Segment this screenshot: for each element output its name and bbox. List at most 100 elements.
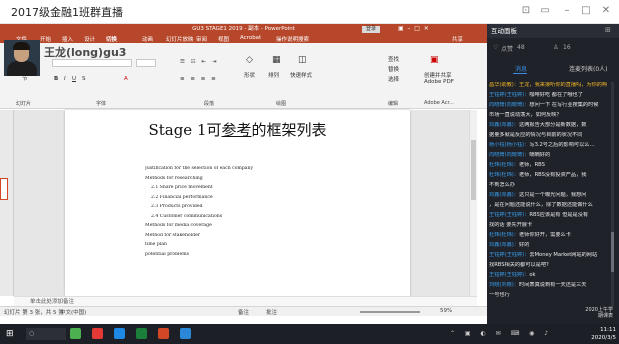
chat-message: 邓鑫(邓鑫)：好的: [489, 242, 609, 249]
app-wechat-icon[interactable]: [70, 328, 81, 339]
ppt-window-controls[interactable]: ▣ – □ ✕: [398, 25, 429, 32]
toc-row: Justification for the selection of each …: [145, 166, 325, 174]
toc-text: 2.3 Products provided: [151, 204, 203, 209]
font-name-box[interactable]: [52, 59, 132, 67]
toc-text: 2.2 Financial performance: [151, 194, 213, 200]
pdf-icon[interactable]: ▣: [430, 55, 439, 65]
tab-slideshow[interactable]: 幻灯片放映: [166, 35, 194, 43]
chat-message: 王钰婷(王钰婷)：RBS应该是有 但是是没有: [489, 212, 609, 219]
slide-title: Stage 1可参考的框架列表: [148, 121, 327, 139]
underline-button[interactable]: U: [72, 76, 76, 82]
chat-message: 找的话 要先开展卡: [489, 222, 609, 229]
toc-row: 1.6potential problems: [145, 252, 325, 260]
font-group-label: 字体: [96, 101, 107, 107]
video-bottom-bar: [0, 316, 487, 324]
tab-acrobat[interactable]: Acrobat: [240, 35, 261, 41]
close-icon[interactable]: ✕: [600, 5, 612, 17]
chat-sender: 王钰婷(王钰婷)：: [489, 252, 530, 258]
toc-text: 2.1 Share price movement: [151, 185, 213, 190]
system-tray-icons[interactable]: ⌃ ▣ ◐ ✉ ⌨ ◉ ♪: [450, 330, 552, 337]
start-icon[interactable]: ⊞: [6, 329, 16, 339]
toc-row: 12.3 Products provided: [145, 204, 325, 212]
chat-message: 杜玮(杜玮)：老师，RBS没有投资产品，我: [489, 172, 609, 179]
tab-animations[interactable]: 动画: [142, 35, 153, 43]
scroll-thumb[interactable]: [471, 140, 476, 200]
chat-scroll-thumb[interactable]: [611, 232, 614, 272]
notes-area[interactable]: 单击此处添加备注: [14, 296, 477, 306]
tab-connect-list[interactable]: 连麦列表(0人): [569, 64, 608, 73]
quick-style-icon[interactable]: ◫: [298, 55, 307, 65]
shape-button[interactable]: 形状: [244, 71, 255, 79]
app-excel-icon[interactable]: [136, 328, 147, 339]
tab-design[interactable]: 设计: [84, 35, 95, 43]
toc-text: Methods for media coverage: [145, 223, 212, 228]
italic-button[interactable]: I: [64, 76, 66, 82]
tab-transitions[interactable]: 切换: [106, 35, 117, 43]
zoom-slider[interactable]: [360, 311, 420, 313]
chat-sender: 王钰婷(王钰婷)：: [489, 92, 530, 98]
app-live-icon[interactable]: [114, 328, 125, 339]
taskbar: ⊞ ○ ⌃ ▣ ◐ ✉ ⌨ ◉ ♪ 11:11 2020/3/5: [0, 324, 619, 344]
chat-text: 老师，RBS没有投资产品，我: [519, 172, 587, 178]
slide-thumbnail-current[interactable]: [0, 178, 8, 200]
chat-sender: 昌华(助教)：: [489, 82, 519, 88]
tab-review[interactable]: 审阅: [196, 35, 207, 43]
font-size-box[interactable]: [136, 59, 156, 67]
chat-message: 昌华(助教)：王龙，我来接听你的直播吗，为你的啊: [489, 82, 609, 89]
tab-home[interactable]: 开始: [40, 35, 51, 43]
toc-leader: [145, 200, 325, 202]
chat-sender: 邓鑫(邓鑫)：: [489, 122, 519, 128]
arrange-icon[interactable]: ▦: [272, 55, 281, 65]
login-button[interactable]: 登录: [362, 26, 380, 33]
minimize-icon[interactable]: –: [561, 5, 573, 17]
app-powerpoint-icon[interactable]: [158, 328, 169, 339]
toc-leader: [145, 181, 325, 183]
font-color-button[interactable]: A: [124, 76, 128, 82]
comments-toggle[interactable]: 批注: [266, 308, 277, 316]
chat-scrollbar[interactable]: [611, 82, 614, 307]
ppt-tabs: 文件 开始 插入 设计 切换 动画 幻灯片放映 审阅 视图 Acrobat 操作…: [0, 34, 487, 43]
chat-message: ，是在问题还能说什么，除了数据还能做什么: [489, 202, 609, 209]
find-button[interactable]: 查找: [388, 55, 399, 63]
notes-toggle[interactable]: 备注: [238, 308, 249, 316]
list-buttons[interactable]: ☰ ☷ ⇤ ⇥: [180, 59, 218, 65]
taskbar-search-icon[interactable]: ○: [26, 328, 66, 340]
create-share-button[interactable]: 创建并共享: [424, 71, 452, 79]
viewer-count: 16: [563, 44, 571, 51]
toc-leader: [145, 191, 325, 192]
tab-view[interactable]: 视图: [218, 35, 229, 43]
restore-icon[interactable]: ▭: [539, 5, 551, 17]
slide[interactable]: Stage 1可参考的框架列表 Justification for the se…: [65, 110, 410, 296]
quick-style-button[interactable]: 快速样式: [290, 71, 312, 79]
zoom-level: 59%: [440, 308, 453, 314]
like-icon: ♡: [493, 44, 499, 51]
panel-expand-icon[interactable]: ⊞: [605, 26, 611, 34]
system-clock[interactable]: 11:11 2020/3/5: [588, 326, 616, 342]
arrange-button[interactable]: 排列: [268, 71, 279, 79]
strikethrough-button[interactable]: S: [82, 76, 86, 82]
pin-icon[interactable]: ⊡: [520, 5, 532, 17]
toc-text: Method for stakeholder: [145, 232, 201, 238]
active-tab-indicator: [513, 73, 527, 74]
tell-me-search[interactable]: 操作说明搜索: [276, 35, 309, 43]
select-button[interactable]: 选择: [388, 75, 399, 83]
tab-messages[interactable]: 消息: [515, 64, 527, 73]
app-red-icon[interactable]: [92, 328, 103, 339]
replace-button[interactable]: 替换: [388, 65, 399, 73]
slide-thumbnail-pane: [0, 110, 14, 296]
toc-row: 12.2 Financial performance: [145, 195, 325, 203]
app-browser-icon[interactable]: [180, 328, 191, 339]
tab-insert[interactable]: 插入: [62, 35, 73, 43]
share-button[interactable]: 共享: [452, 35, 463, 43]
chat-text: 老师，RBS: [519, 162, 545, 168]
chat-message: 杜玮(杜玮)：老师，RBS: [489, 162, 609, 169]
chat-sender: 王钰婷(王钰婷)：: [489, 272, 530, 278]
like-count: 48: [517, 44, 525, 51]
schedule-note[interactable]: 2020上午学 期课表: [487, 307, 619, 324]
slide-scrollbar[interactable]: [469, 110, 477, 296]
toc-leader: [145, 210, 325, 211]
bold-button[interactable]: B: [54, 76, 58, 82]
shape-icon[interactable]: ◇: [246, 55, 253, 65]
maximize-icon[interactable]: □: [580, 5, 592, 17]
align-buttons[interactable]: ≡ ≡ ≡ ≡: [180, 76, 218, 82]
